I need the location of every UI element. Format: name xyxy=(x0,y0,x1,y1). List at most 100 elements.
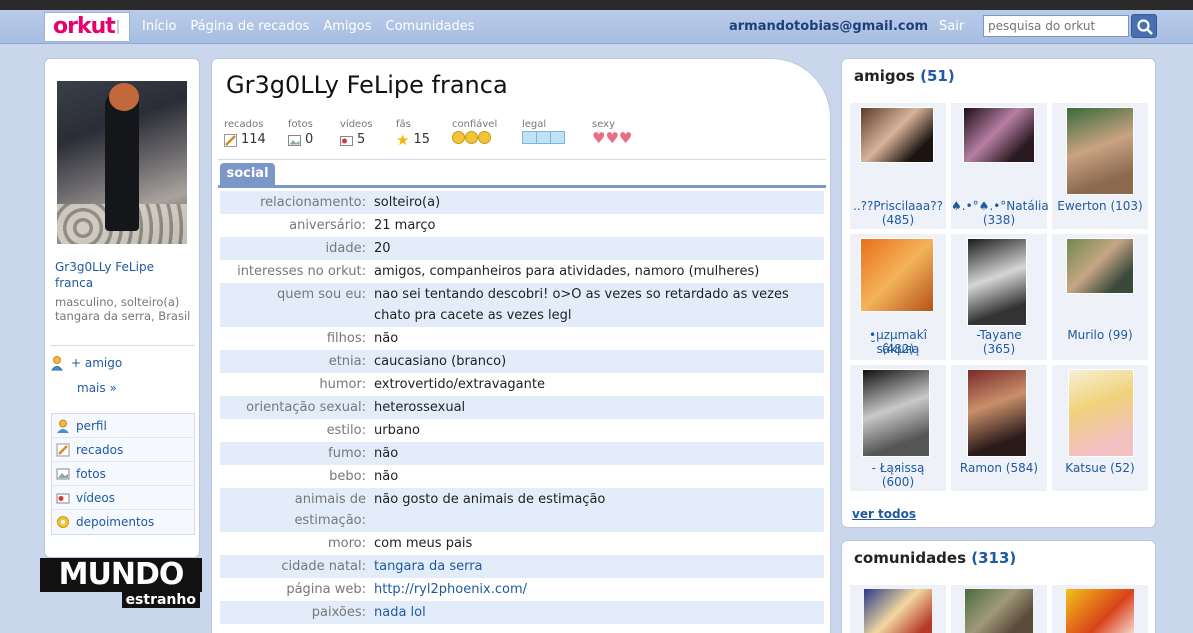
friend-card[interactable]: Katsue (52) xyxy=(1052,365,1148,491)
search-icon xyxy=(1137,19,1153,35)
profile-photo[interactable] xyxy=(57,81,187,244)
community-photo xyxy=(864,589,932,633)
search-button[interactable] xyxy=(1131,14,1157,38)
info-value: não xyxy=(374,446,399,461)
info-row: estilo: urbano xyxy=(220,419,824,442)
info-value: com meus pais xyxy=(374,536,473,551)
friend-photo xyxy=(963,107,1035,163)
info-row: quem sou eu: nao sei tentando descobri! o… xyxy=(220,283,824,327)
info-row: aniversário: 21 março xyxy=(220,214,824,237)
info-label: estilo: xyxy=(326,423,366,438)
communities-box: comunidades (313) xyxy=(841,540,1156,633)
stat-confiavel[interactable]: confiável xyxy=(452,119,522,151)
info-value: solteiro(a) xyxy=(374,195,441,210)
photo-figure xyxy=(105,91,139,231)
info-label: paixões: xyxy=(311,605,366,620)
info-label: filhos: xyxy=(326,331,366,346)
stat-sexy[interactable]: sexy ♥♥♥ xyxy=(592,119,662,151)
heart-icon: ♥♥♥ xyxy=(592,129,633,147)
website-link[interactable]: http://ryl2phoenix.com/ xyxy=(374,579,814,600)
stat-legal[interactable]: legal xyxy=(522,119,592,151)
search-input[interactable] xyxy=(983,15,1129,37)
friend-card[interactable]: ♠.•°♠.•°Natália (338) xyxy=(951,103,1049,229)
info-row: paixões: nada lol xyxy=(220,601,824,624)
info-value: nao sei tentando descobri! o>O as vezes … xyxy=(374,287,789,323)
logout-link[interactable]: Sair xyxy=(939,19,964,34)
info-row: fumo: não xyxy=(220,442,824,465)
stat-fotos[interactable]: fotos 0 xyxy=(288,119,340,151)
menu-item-depoimentos[interactable]: depoimentos xyxy=(52,510,194,534)
friend-count: (482) xyxy=(881,342,915,356)
smiley-icon xyxy=(478,131,491,144)
friend-card[interactable]: -Tayane (365) xyxy=(951,234,1047,360)
friend-name: ♠.•°♠.•°Natália xyxy=(951,199,1049,213)
menu-item-perfil[interactable]: perfil xyxy=(52,414,194,438)
photo-icon xyxy=(288,134,301,146)
info-row: bebo: não xyxy=(220,465,824,488)
watermark-top: MUNDO xyxy=(40,558,202,592)
info-row: filhos: não xyxy=(220,327,824,350)
menu-label: depoimentos xyxy=(76,515,155,529)
view-all-friends-link[interactable]: ver todos xyxy=(852,507,916,521)
info-label: idade: xyxy=(325,241,366,256)
friend-card[interactable]: Ramon (584) xyxy=(951,365,1047,491)
communities-title[interactable]: comunidades (313) xyxy=(854,549,1016,567)
logo-text: orkut xyxy=(53,14,116,39)
info-value: não gosto de animais de estimação xyxy=(374,492,606,507)
info-label: interesses no orkut: xyxy=(237,264,366,279)
community-card[interactable] xyxy=(1052,585,1148,633)
info-label: página web: xyxy=(286,582,366,597)
orkut-logo[interactable]: orkut xyxy=(44,12,130,42)
tab-social[interactable]: social xyxy=(220,163,275,185)
nav-link-inicio[interactable]: Início xyxy=(142,19,176,34)
community-card[interactable] xyxy=(951,585,1047,633)
add-user-icon xyxy=(51,356,63,371)
menu-item-recados[interactable]: recados xyxy=(52,438,194,462)
friend-card[interactable]: - Łąяissą (600) xyxy=(850,365,946,491)
window-top-strip xyxy=(0,0,1193,10)
friend-card[interactable]: Ewerton (103) xyxy=(1052,103,1148,229)
info-row: página web: http://ryl2phoenix.com/ xyxy=(220,578,824,601)
star-icon: ★ xyxy=(396,131,410,149)
friend-photo xyxy=(860,107,934,163)
friend-name: -Tayane xyxy=(976,328,1022,342)
profile-summary: masculino, solteiro(a) tangara da serra,… xyxy=(55,295,191,323)
stat-fas[interactable]: fãs ★ 15 xyxy=(396,119,452,151)
info-value: urbano xyxy=(374,423,420,438)
add-friend-button[interactable]: + amigo xyxy=(51,355,122,371)
info-label: aniversário: xyxy=(289,218,366,233)
stat-value: 114 xyxy=(241,132,266,147)
community-card[interactable] xyxy=(850,585,946,633)
stat-recados[interactable]: recados 114 xyxy=(224,119,288,151)
nav-link-comunidades[interactable]: Comunidades xyxy=(386,19,475,34)
user-email[interactable]: armandotobias@gmail.com xyxy=(729,19,928,34)
info-label: humor: xyxy=(319,377,366,392)
info-row: moro: com meus pais xyxy=(220,532,824,555)
menu-item-videos[interactable]: vídeos xyxy=(52,486,194,510)
hometown-link[interactable]: tangara da serra xyxy=(374,556,814,577)
menu-item-fotos[interactable]: fotos xyxy=(52,462,194,486)
logo-mark-icon xyxy=(117,20,125,34)
friends-title[interactable]: amigos (51) xyxy=(854,67,955,85)
friend-photo xyxy=(1066,107,1134,195)
info-row: interesses no orkut: amigos, companheiros… xyxy=(220,260,824,283)
info-row: humor: extrovertido/extravagante xyxy=(220,373,824,396)
friend-card[interactable]: •̮μzμmakî sâkμяą (482) xyxy=(850,234,946,360)
stat-videos[interactable]: vídeos 5 xyxy=(340,119,396,151)
info-row: cidade natal: tangara da serra xyxy=(220,555,824,578)
more-link[interactable]: mais » xyxy=(77,381,117,395)
friend-photo xyxy=(1066,238,1134,294)
communities-title-text: comunidades xyxy=(854,549,967,567)
stat-label: fotos xyxy=(288,119,313,130)
nav-link-recados[interactable]: Página de recados xyxy=(190,19,309,34)
friend-card[interactable]: ..??Priscilaaa?? (485) xyxy=(850,103,946,229)
profile-name-link[interactable]: Gr3g0LLy FeLipe franca xyxy=(55,259,195,291)
nav-link-amigos[interactable]: Amigos xyxy=(323,19,371,34)
friend-card[interactable]: Murilo (99) xyxy=(1052,234,1148,360)
passions-link[interactable]: nada lol xyxy=(374,602,814,623)
stat-value: 0 xyxy=(305,132,314,147)
smiley-icon xyxy=(465,131,478,144)
mundo-estranho-watermark: MUNDO estranho xyxy=(40,558,202,610)
menu-label: recados xyxy=(76,442,124,457)
info-label: quem sou eu: xyxy=(276,287,366,302)
